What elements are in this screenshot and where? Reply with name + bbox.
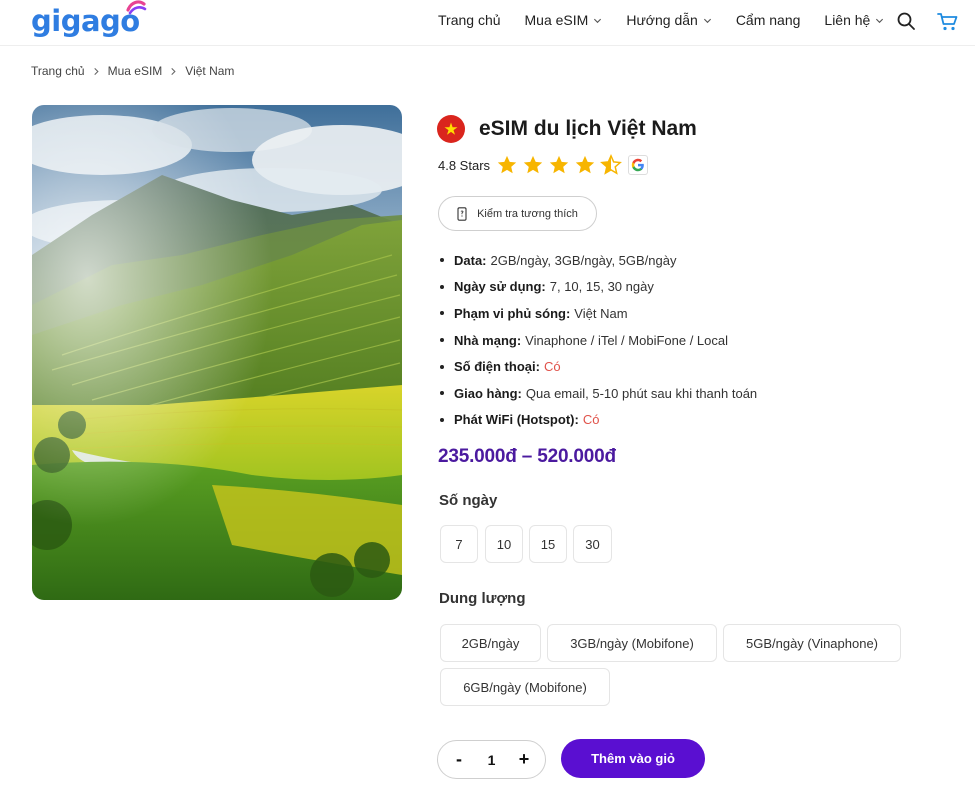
star-full-icon <box>523 155 543 174</box>
spec-item: Phát WiFi (Hotspot): Có <box>440 407 757 434</box>
nav-label: Cẩm nang <box>735 12 801 28</box>
spec-item: Data: 2GB/ngày, 3GB/ngày, 5GB/ngày <box>440 247 757 274</box>
spec-key: Nhà mạng: <box>454 332 522 348</box>
chevron-right-icon <box>93 67 99 75</box>
days-option-7[interactable]: 7 <box>440 525 478 563</box>
spec-key: Số điện thoại: <box>454 359 540 375</box>
chevron-down-icon <box>594 18 602 23</box>
days-label: Số ngày <box>439 492 498 509</box>
rating-row: 4.8 Stars <box>438 154 649 176</box>
main-nav: Trang chủ Mua eSIM Hướng dẫn Cẩm nang Li… <box>438 12 908 28</box>
vietnam-flag-icon <box>437 115 465 143</box>
data-option-6gb-mobifone[interactable]: 6GB/ngày (Mobifone) <box>440 668 610 706</box>
breadcrumb-home[interactable]: Trang chủ <box>31 64 85 78</box>
chevron-down-icon <box>703 18 711 23</box>
spec-item: Phạm vi phủ sóng: Việt Nam <box>440 300 757 327</box>
star-half-icon <box>600 154 622 175</box>
cart-icon[interactable] <box>937 12 959 32</box>
spec-value: 7, 10, 15, 30 ngày <box>549 279 654 295</box>
nav-item-home[interactable]: Trang chủ <box>438 12 501 28</box>
spec-value: Có <box>543 359 561 375</box>
landscape-illustration <box>32 105 402 600</box>
nav-label: Trang chủ <box>438 12 501 28</box>
add-to-cart-button[interactable]: Thêm vào giỏ <box>561 739 705 778</box>
breadcrumb-current: Việt Nam <box>185 64 235 78</box>
quantity-increase-button[interactable]: + <box>517 749 531 770</box>
spec-item: Nhà mạng: Vinaphone / iTel / MobiFone / L… <box>440 327 757 354</box>
spec-key: Phạm vi phủ sóng: <box>454 305 571 321</box>
phone-icon <box>457 206 467 221</box>
product-image <box>32 105 402 600</box>
nav-label: Hướng dẫn <box>626 12 698 28</box>
quantity-value[interactable]: 1 <box>488 752 496 768</box>
data-option-5gb-vinaphone[interactable]: 5GB/ngày (Vinaphone) <box>723 624 901 662</box>
rating-text: 4.8 Stars <box>438 157 491 173</box>
nav-item-buy-esim[interactable]: Mua eSIM <box>525 12 603 28</box>
check-compatibility-button[interactable]: Kiểm tra tương thích <box>438 196 597 231</box>
product-specs: Data: 2GB/ngày, 3GB/ngày, 5GB/ngày Ngày s… <box>440 247 757 433</box>
google-icon <box>628 155 649 175</box>
check-compatibility-label: Kiểm tra tương thích <box>477 207 578 220</box>
data-option-2gb[interactable]: 2GB/ngày <box>440 624 541 662</box>
days-option-30[interactable]: 30 <box>573 525 612 563</box>
logo-swoosh-icon <box>126 0 147 15</box>
spec-key: Ngày sử dụng: <box>454 279 546 295</box>
spec-item: Ngày sử dụng: 7, 10, 15, 30 ngày <box>440 274 757 301</box>
price-range: 235.000đ – 520.000đ <box>438 446 616 467</box>
breadcrumb: Trang chủ Mua eSIM Việt Nam <box>31 64 234 78</box>
quantity-decrease-button[interactable]: - <box>452 749 466 770</box>
product-title-row: eSIM du lịch Việt Nam <box>437 115 697 143</box>
nav-item-contact[interactable]: Liên hệ <box>824 12 884 28</box>
spec-key: Giao hàng: <box>454 385 522 401</box>
days-option-15[interactable]: 15 <box>529 525 567 563</box>
spec-value: Vinaphone / iTel / MobiFone / Local <box>525 332 729 348</box>
chevron-right-icon <box>171 67 176 75</box>
search-icon[interactable] <box>896 11 916 31</box>
nav-label: Liên hệ <box>824 12 871 28</box>
chevron-down-icon <box>876 18 884 23</box>
nav-item-handbook[interactable]: Cẩm nang <box>736 12 801 28</box>
spec-key: Data: <box>454 252 487 268</box>
nav-label: Mua eSIM <box>524 12 589 28</box>
spec-value: Qua email, 5-10 phút sau khi thanh toán <box>525 385 758 401</box>
data-option-3gb-mobifone[interactable]: 3GB/ngày (Mobifone) <box>547 624 717 662</box>
star-full-icon <box>497 155 517 174</box>
spec-value: Có <box>582 412 600 428</box>
spec-value: Việt Nam <box>574 305 628 321</box>
rating-stars <box>496 154 626 176</box>
site-header: gigago Trang chủ Mua eSIM Hướng dẫn Cẩm … <box>0 0 975 46</box>
gigago-logo[interactable]: gigago <box>31 0 147 38</box>
quantity-stepper: - 1 + <box>437 740 546 779</box>
spec-key: Phát WiFi (Hotspot): <box>454 412 579 428</box>
star-full-icon <box>549 155 569 174</box>
data-capacity-label: Dung lượng <box>439 590 526 607</box>
spec-item: Giao hàng: Qua email, 5-10 phút sau khi t… <box>440 380 757 407</box>
logo-text: gigago <box>31 3 140 38</box>
star-full-icon <box>575 155 595 174</box>
product-title: eSIM du lịch Việt Nam <box>479 117 697 140</box>
days-option-10[interactable]: 10 <box>485 525 523 563</box>
breadcrumb-buy-esim[interactable]: Mua eSIM <box>108 64 163 78</box>
spec-value: 2GB/ngày, 3GB/ngày, 5GB/ngày <box>490 252 677 268</box>
nav-item-guide[interactable]: Hướng dẫn <box>626 12 711 28</box>
spec-item: Số điện thoại: Có <box>440 353 757 380</box>
